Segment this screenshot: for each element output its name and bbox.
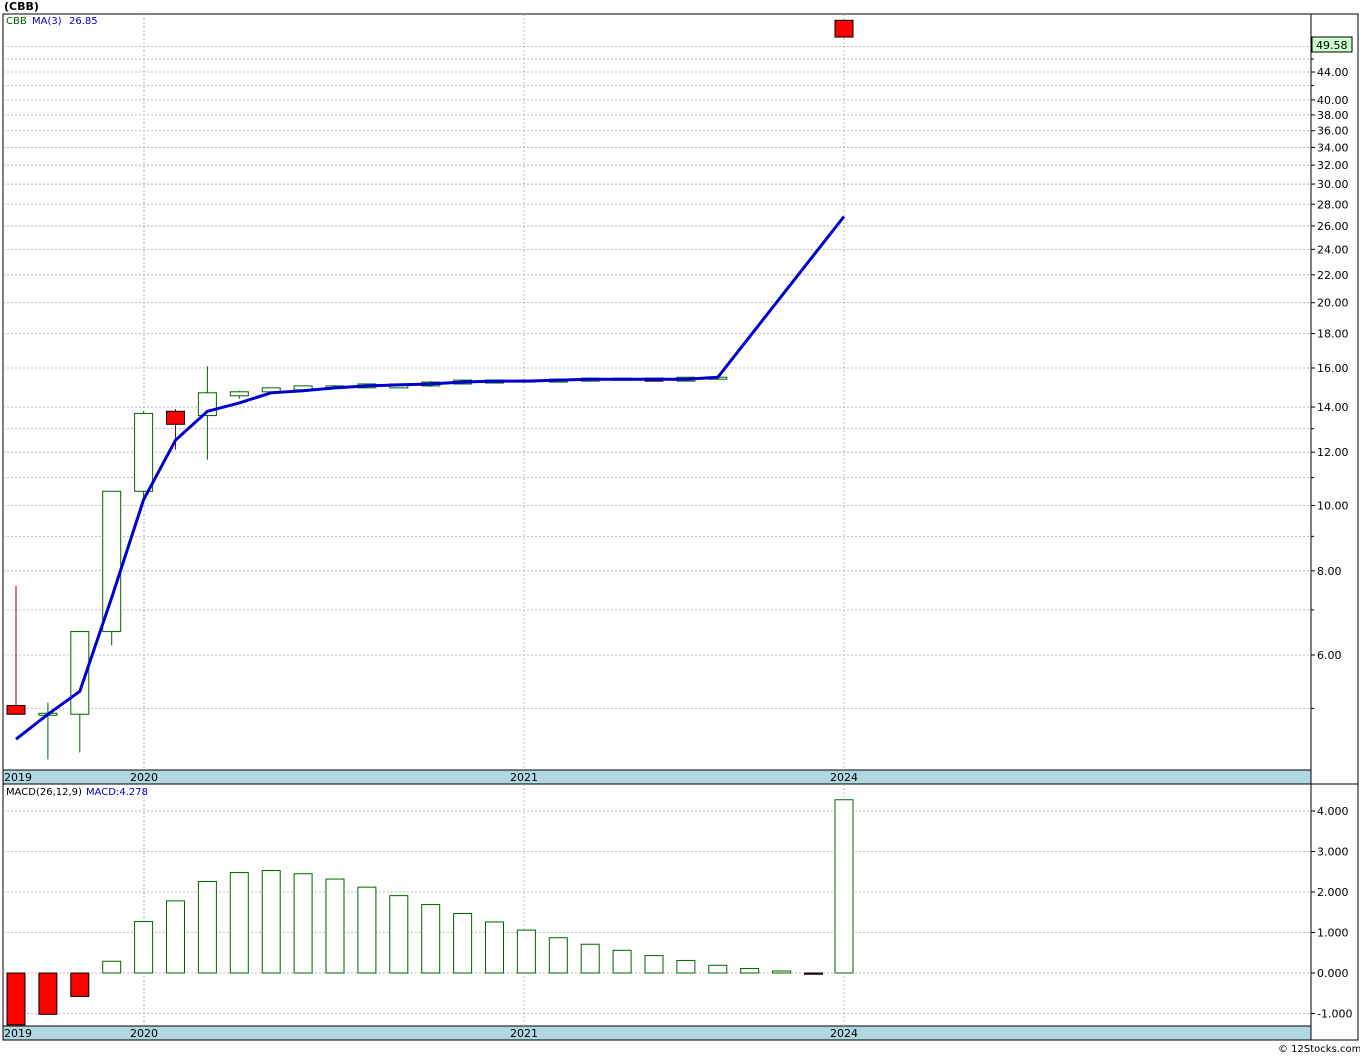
candle-body bbox=[834, 19, 854, 38]
price-tick-label: 34.00 bbox=[1317, 141, 1349, 154]
price-year-label: 2024 bbox=[830, 771, 858, 784]
price-tick-label: 10.00 bbox=[1317, 500, 1349, 513]
macd-bar bbox=[134, 921, 154, 974]
macd-bar bbox=[644, 955, 664, 974]
macd-legend-label: MACD(26,12,9) bbox=[6, 787, 82, 798]
macd-tick-label: 0.000 bbox=[1317, 967, 1349, 980]
candle-body bbox=[166, 410, 185, 425]
macd-tick-label: 2.000 bbox=[1317, 886, 1349, 899]
macd-bar bbox=[38, 972, 58, 1015]
macd-tick-label: 4.000 bbox=[1317, 805, 1349, 818]
macd-year-label: 2021 bbox=[510, 1027, 538, 1040]
macd-tick-label: 1.000 bbox=[1317, 927, 1349, 940]
macd-bar bbox=[229, 872, 249, 974]
price-tick-label: 32.00 bbox=[1317, 159, 1349, 172]
price-legend-symbol: CBB bbox=[6, 16, 27, 27]
stock-chart: 44.00 40.00 38.00 36.00 34.00 32.00 30.00 28.00… bbox=[2, 0, 1360, 1055]
price-year-label: 2020 bbox=[130, 771, 158, 784]
macd-bar bbox=[740, 968, 760, 974]
macd-bar bbox=[612, 949, 632, 974]
macd-bar bbox=[261, 870, 281, 974]
price-tick-label: 16.00 bbox=[1317, 362, 1349, 375]
candle-body bbox=[6, 704, 26, 715]
macd-bar bbox=[325, 878, 345, 974]
macd-bar bbox=[357, 886, 377, 974]
macd-bar bbox=[70, 972, 90, 997]
grid-layer bbox=[3, 14, 1315, 1026]
price-tick-label: 30.00 bbox=[1317, 178, 1349, 191]
price-date-band bbox=[2, 769, 1312, 785]
credit-text: © 12Stocks.com bbox=[1278, 1044, 1360, 1055]
macd-bar bbox=[516, 929, 536, 974]
price-tick-label: 22.00 bbox=[1317, 269, 1349, 282]
candle-body bbox=[102, 490, 122, 633]
macd-bar bbox=[708, 964, 728, 974]
macd-bar bbox=[6, 972, 26, 1026]
price-tick-label: 24.00 bbox=[1317, 243, 1349, 256]
macd-tick-label: 3.000 bbox=[1317, 846, 1349, 859]
macd-bar bbox=[102, 960, 122, 974]
macd-bar bbox=[421, 904, 441, 974]
macd-bar bbox=[676, 959, 696, 974]
macd-year-label: 2020 bbox=[130, 1027, 158, 1040]
chart-title: (CBB) bbox=[4, 0, 39, 13]
macd-bar bbox=[166, 900, 185, 974]
price-tick-label: 40.00 bbox=[1317, 94, 1349, 107]
macd-bar bbox=[548, 937, 568, 974]
price-year-label: 2019 bbox=[4, 771, 32, 784]
price-tick-label: 36.00 bbox=[1317, 125, 1349, 138]
candle-body bbox=[229, 391, 249, 397]
macd-bar bbox=[772, 970, 792, 974]
price-tick-label: 18.00 bbox=[1317, 328, 1349, 341]
macd-bar bbox=[804, 972, 823, 975]
price-tick-label: 6.00 bbox=[1317, 649, 1342, 662]
candle-body bbox=[134, 412, 154, 492]
chart-stage: 44.00 40.00 38.00 36.00 34.00 32.00 30.00 28.00… bbox=[0, 0, 1360, 1056]
price-year-label: 2021 bbox=[510, 771, 538, 784]
macd-tick-label: -1.000 bbox=[1317, 1008, 1352, 1021]
price-tick-label: 14.00 bbox=[1317, 401, 1349, 414]
price-panel-frame bbox=[2, 13, 1312, 771]
macd-bar bbox=[580, 943, 600, 974]
macd-date-band bbox=[2, 1025, 1312, 1041]
macd-bars bbox=[6, 799, 854, 1026]
price-tick-label: 26.00 bbox=[1317, 220, 1349, 233]
macd-axis-frame bbox=[1310, 783, 1359, 1041]
price-tick-label: 12.00 bbox=[1317, 446, 1349, 459]
macd-bar bbox=[389, 895, 409, 974]
price-candles bbox=[6, 19, 854, 760]
price-tick-label: 8.00 bbox=[1317, 565, 1342, 578]
price-legend-ma: MA(3) bbox=[32, 16, 62, 27]
price-tick-label: 38.00 bbox=[1317, 109, 1349, 122]
price-legend-ma-value: 26.85 bbox=[69, 16, 98, 27]
macd-bar bbox=[453, 912, 473, 974]
macd-bar bbox=[293, 873, 313, 974]
price-tick-label: 28.00 bbox=[1317, 198, 1349, 211]
macd-year-label: 2019 bbox=[4, 1027, 32, 1040]
macd-bar bbox=[834, 799, 854, 974]
price-tick-label: 20.00 bbox=[1317, 297, 1349, 310]
macd-bar bbox=[197, 880, 217, 974]
last-price-value: 49.58 bbox=[1316, 39, 1348, 52]
price-tick-label: 44.00 bbox=[1317, 66, 1349, 79]
macd-legend-value: MACD:4.278 bbox=[86, 787, 148, 798]
macd-bar bbox=[485, 921, 504, 974]
macd-year-label: 2024 bbox=[830, 1027, 858, 1040]
